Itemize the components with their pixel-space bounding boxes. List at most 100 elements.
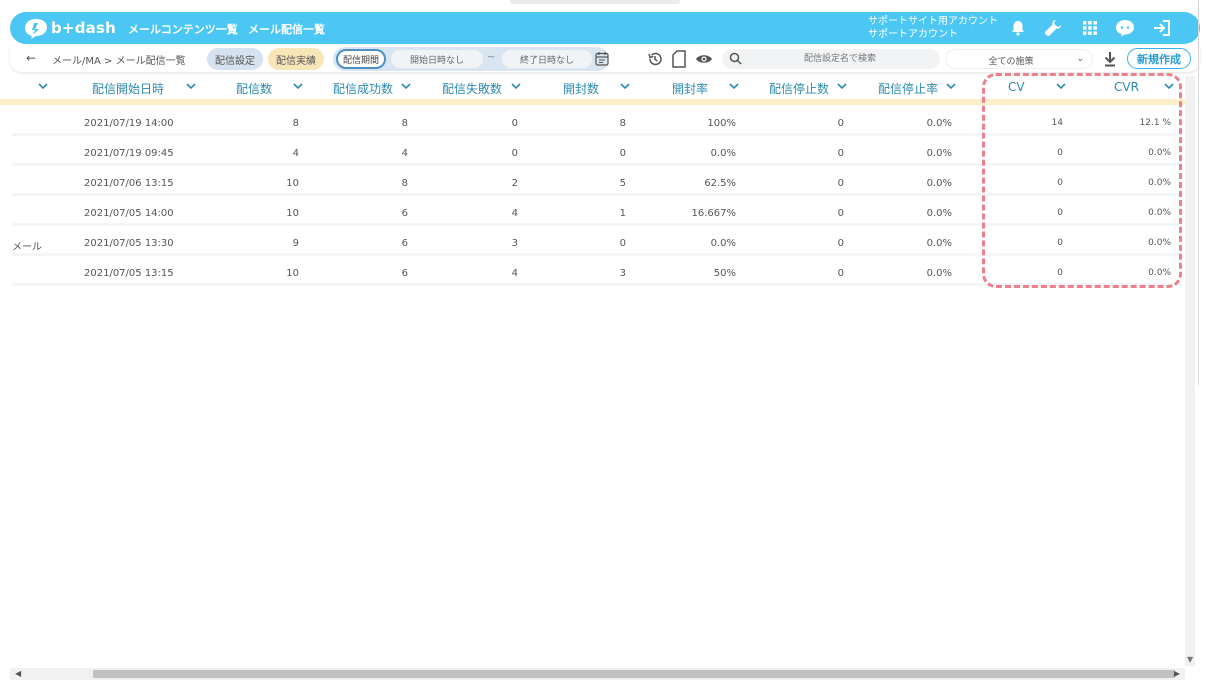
cell-success: 8 [401,118,408,129]
logout-icon[interactable] [1152,18,1172,38]
period-toggle[interactable]: 配信期間 [336,49,386,69]
table-row[interactable]: 2021/07/19 09:45 4 4 0 0 0.0% 0 0.0% 0 0.0% [12,140,1182,166]
chevron-down-icon[interactable] [727,79,741,93]
cell-opened: 0 [619,238,626,249]
cell-cvr: 12.1 % [1139,118,1171,128]
cell-cvr: 0.0% [1148,178,1171,188]
chevron-down-icon[interactable] [835,79,849,93]
cell-unsub-rate: 0.0% [926,268,952,279]
column-header[interactable]: 配信開始日時 [92,80,164,97]
table-row[interactable]: 2021/07/06 13:15 10 8 2 5 62.5% 0 0.0% 0 0.0% [12,170,1182,196]
cell-fail: 2 [511,178,518,189]
chevron-down-icon[interactable] [944,79,958,93]
cell-date: 2021/07/05 14:00 [84,208,174,219]
calendar-icon[interactable] [595,51,609,66]
cell-success: 8 [401,178,408,189]
table-row[interactable]: メール 2021/07/05 13:30 9 6 3 0 0.0% 0 0.0% 0 0.0% [12,230,1182,256]
chevron-down-icon[interactable] [291,79,305,93]
cell-unsub: 0 [837,238,844,249]
nav-mail-contents[interactable]: メールコンテンツ一覧 [128,21,238,37]
toolbar: ← メール/MA > メール配信一覧 配信設定 配信実績 配信期間 開始日時なし… [10,46,1200,72]
column-header[interactable]: 開封率 [672,80,708,97]
cell-unsub: 0 [837,208,844,219]
cell-sent: 8 [292,118,299,129]
tab-delivery-results[interactable]: 配信実績 [268,48,324,70]
tab-delivery-settings[interactable]: 配信設定 [207,48,263,70]
chevron-down-icon: ⌄ [1076,54,1084,64]
cell-fail: 0 [511,148,518,159]
back-arrow-icon[interactable]: ← [26,51,36,65]
cell-cv: 0 [1057,208,1063,218]
chevron-down-icon[interactable] [509,79,523,93]
campaign-select[interactable]: 全ての施策 ⌄ [945,49,1093,69]
cell-cvr: 0.0% [1148,208,1171,218]
eye-icon[interactable] [695,50,713,68]
cell-unsub: 0 [837,268,844,279]
table-row[interactable]: 2021/07/19 14:00 8 8 0 8 100% 0 0.0% 14 12.1 % [12,110,1182,136]
create-new-button[interactable]: 新規作成 [1127,48,1191,69]
scroll-left-icon[interactable]: ◀ [15,669,21,678]
date-separator: ~ [487,52,496,63]
chevron-down-icon[interactable] [1054,79,1068,93]
cell-sent: 10 [286,208,299,219]
column-header[interactable]: 配信停止率 [878,80,938,97]
cell-unsub: 0 [837,178,844,189]
tab-hint [510,0,680,4]
search-icon [729,52,742,65]
cell-fail: 0 [511,118,518,129]
bell-icon[interactable] [1008,18,1028,38]
cell-date: 2021/07/19 14:00 [84,118,174,129]
chevron-down-icon[interactable] [184,79,198,93]
cell-open-rate: 0.0% [710,148,736,159]
cell-cvr: 0.0% [1148,238,1171,248]
cell-sent: 10 [286,178,299,189]
column-header[interactable]: 配信失敗数 [442,80,502,97]
table-row[interactable]: 2021/07/05 14:00 10 6 4 1 16.667% 0 0.0% 0 0.0% [12,200,1182,226]
cell-cvr: 0.0% [1148,268,1171,278]
cell-opened: 3 [619,268,626,279]
cell-date: 2021/07/06 13:15 [84,178,174,189]
cell-sent: 10 [286,268,299,279]
column-header[interactable]: 配信停止数 [769,80,829,97]
cell-cv: 0 [1057,268,1063,278]
column-header[interactable]: CVR [1114,80,1139,94]
logo[interactable]: b+dash [24,16,116,40]
history-icon[interactable] [646,50,664,68]
horizontal-scroll-thumb[interactable] [93,670,1175,678]
cell-success: 6 [401,238,408,249]
document-icon[interactable] [670,50,688,68]
cell-cv: 0 [1057,178,1063,188]
table-row[interactable]: 2021/07/05 13:15 10 6 4 3 50% 0 0.0% 0 0.0% [12,260,1182,286]
chevron-down-icon[interactable] [399,79,413,93]
app-header: b+dash メールコンテンツ一覧 メール配信一覧 サポートサイト用アカウント … [10,12,1200,44]
scroll-right-icon[interactable]: ▶ [1174,669,1180,678]
nav-mail-delivery-list[interactable]: メール配信一覧 [248,21,325,37]
scroll-down-icon[interactable]: ▼ [1187,655,1193,664]
horizontal-scrollbar[interactable]: ◀ ▶ [10,668,1185,680]
cell-fail: 4 [511,268,518,279]
search-box [722,49,940,69]
vertical-scrollbar[interactable]: ▼ [1185,76,1195,666]
chevron-down-icon[interactable] [36,79,50,93]
chevron-down-icon[interactable] [618,79,632,93]
logo-text: b+dash [51,19,116,37]
chevron-down-icon[interactable] [1162,79,1176,93]
cell-opened: 8 [619,118,626,129]
column-header[interactable]: 配信成功数 [333,80,393,97]
chat-icon[interactable] [1115,18,1135,38]
grid-icon[interactable] [1080,18,1100,38]
column-header[interactable]: CV [1008,80,1025,94]
column-header[interactable]: 開封数 [563,80,599,97]
end-date-field[interactable]: 終了日時なし [502,50,592,68]
wrench-icon[interactable] [1043,18,1063,38]
cell-date: 2021/07/05 13:30 [84,238,174,249]
start-date-field[interactable]: 開始日時なし [391,50,483,68]
account-info[interactable]: サポートサイト用アカウント サポートアカウント [868,15,998,41]
cell-unsub-rate: 0.0% [926,238,952,249]
search-input[interactable] [746,51,934,67]
download-icon[interactable] [1102,50,1118,68]
cell-cv: 0 [1057,238,1063,248]
cell-opened: 0 [619,148,626,159]
cell-success: 6 [401,268,408,279]
column-header[interactable]: 配信数 [236,80,272,97]
